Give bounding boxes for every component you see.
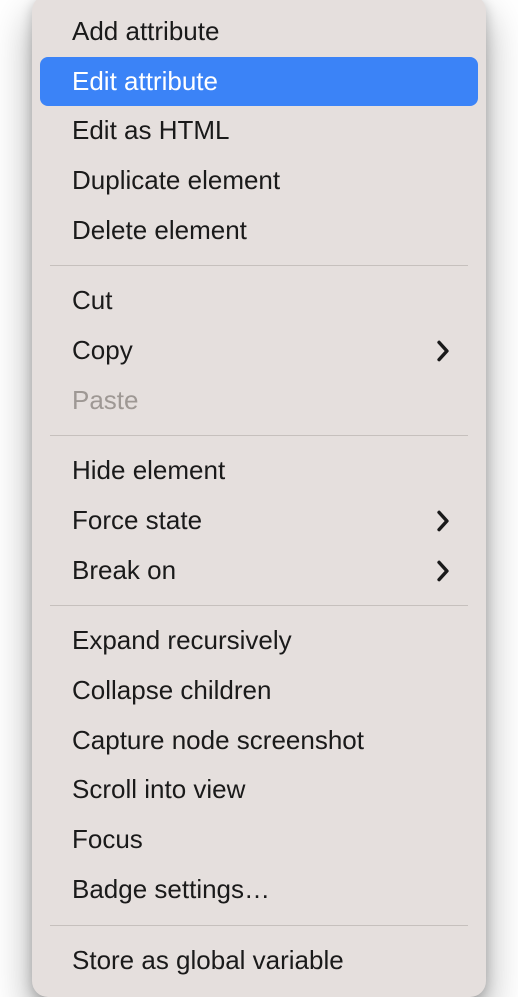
menu-item-label: Hide element	[72, 452, 225, 490]
menu-item-capture-node-screenshot[interactable]: Capture node screenshot	[40, 716, 478, 766]
menu-item-add-attribute[interactable]: Add attribute	[40, 7, 478, 57]
menu-item-label: Focus	[72, 821, 143, 859]
menu-item-hide-element[interactable]: Hide element	[40, 446, 478, 496]
menu-item-label: Collapse children	[72, 672, 271, 710]
chevron-right-icon	[436, 340, 450, 362]
menu-item-label: Expand recursively	[72, 622, 292, 660]
menu-item-label: Edit as HTML	[72, 112, 230, 150]
menu-item-expand-recursively[interactable]: Expand recursively	[40, 616, 478, 666]
menu-item-label: Break on	[72, 552, 176, 590]
menu-item-edit-as-html[interactable]: Edit as HTML	[40, 106, 478, 156]
chevron-right-icon	[436, 560, 450, 582]
context-menu: Add attribute Edit attribute Edit as HTML D…	[32, 0, 486, 997]
menu-item-paste: Paste	[40, 376, 478, 426]
menu-item-store-as-global-variable[interactable]: Store as global variable	[40, 936, 478, 986]
menu-item-cut[interactable]: Cut	[40, 276, 478, 326]
menu-separator	[50, 925, 468, 926]
menu-item-edit-attribute[interactable]: Edit attribute	[40, 57, 478, 107]
menu-item-force-state[interactable]: Force state	[40, 496, 478, 546]
menu-item-badge-settings[interactable]: Badge settings…	[40, 865, 478, 915]
menu-item-label: Badge settings…	[72, 871, 270, 909]
menu-item-label: Paste	[72, 382, 139, 420]
menu-item-collapse-children[interactable]: Collapse children	[40, 666, 478, 716]
menu-item-focus[interactable]: Focus	[40, 815, 478, 865]
menu-item-label: Scroll into view	[72, 771, 245, 809]
menu-separator	[50, 605, 468, 606]
menu-item-label: Edit attribute	[72, 63, 218, 101]
menu-item-label: Copy	[72, 332, 133, 370]
menu-separator	[50, 265, 468, 266]
menu-item-scroll-into-view[interactable]: Scroll into view	[40, 765, 478, 815]
menu-item-delete-element[interactable]: Delete element	[40, 206, 478, 256]
menu-separator	[50, 435, 468, 436]
menu-item-label: Force state	[72, 502, 202, 540]
menu-item-duplicate-element[interactable]: Duplicate element	[40, 156, 478, 206]
menu-item-break-on[interactable]: Break on	[40, 546, 478, 596]
menu-item-label: Cut	[72, 282, 112, 320]
menu-item-label: Add attribute	[72, 13, 219, 51]
menu-item-label: Duplicate element	[72, 162, 280, 200]
chevron-right-icon	[436, 510, 450, 532]
menu-item-copy[interactable]: Copy	[40, 326, 478, 376]
menu-item-label: Store as global variable	[72, 942, 344, 980]
menu-item-label: Capture node screenshot	[72, 722, 364, 760]
menu-item-label: Delete element	[72, 212, 247, 250]
